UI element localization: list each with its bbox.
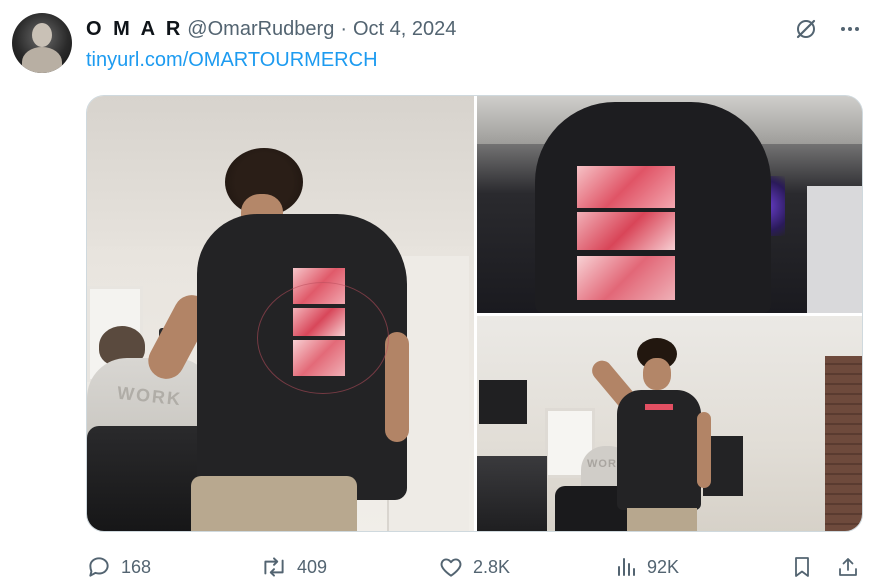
bookmark-icon	[795, 557, 809, 577]
tshirt-chest-print	[645, 404, 673, 410]
action-bar: 168 409 2.8K 92K	[86, 550, 863, 584]
like-button[interactable]: 2.8K	[438, 550, 510, 584]
brick-wall	[825, 356, 862, 531]
reply-button[interactable]: 168	[86, 550, 151, 584]
keyboard-stand	[477, 456, 547, 531]
media-grid: WORK WORK	[86, 95, 863, 532]
photo-studio-front[interactable]: WORK	[477, 316, 862, 531]
avatar-head	[32, 23, 52, 47]
grok-icon[interactable]	[793, 16, 819, 42]
avatar-body	[22, 47, 62, 73]
post-header: O M A R @OmarRudberg · Oct 4, 2024	[86, 16, 456, 42]
arm-right	[385, 332, 409, 442]
top-icons	[793, 16, 863, 42]
like-count: 2.8K	[473, 556, 511, 577]
user-handle[interactable]: @OmarRudberg	[187, 18, 334, 41]
share-button[interactable]	[836, 550, 860, 584]
jacket-print-top	[577, 166, 675, 208]
bookmark-button[interactable]	[790, 550, 814, 584]
white-panel	[807, 186, 862, 313]
face-front	[643, 358, 671, 390]
repost-button[interactable]: 409	[260, 550, 327, 584]
repost-icon	[264, 557, 284, 577]
reply-icon	[89, 557, 109, 577]
share-icon	[839, 558, 857, 576]
jacket-print-bottom	[577, 256, 675, 300]
display-name[interactable]: O M A R	[86, 18, 183, 41]
tshirt-print-ring	[257, 282, 389, 394]
photo-jacket-back[interactable]	[477, 96, 862, 313]
jacket-print-mid	[577, 212, 675, 250]
merch-link[interactable]: tinyurl.com/OMARTOURMERCH	[86, 49, 378, 72]
more-icon[interactable]	[837, 16, 863, 42]
photo-studio-tshirt-back[interactable]: WORK	[87, 96, 474, 531]
views-icon	[618, 558, 635, 576]
views-button[interactable]: 92K	[614, 550, 679, 584]
reply-count: 168	[121, 556, 152, 577]
arm-front-right	[697, 412, 711, 488]
pants-front	[627, 508, 697, 531]
khaki-pants	[191, 476, 357, 531]
repost-count: 409	[297, 556, 328, 577]
speaker-left	[479, 380, 527, 424]
like-icon	[440, 558, 462, 577]
views-count: 92K	[647, 556, 680, 577]
separator: ·	[340, 17, 347, 40]
post-date[interactable]: Oct 4, 2024	[353, 18, 456, 41]
avatar[interactable]	[12, 13, 72, 73]
